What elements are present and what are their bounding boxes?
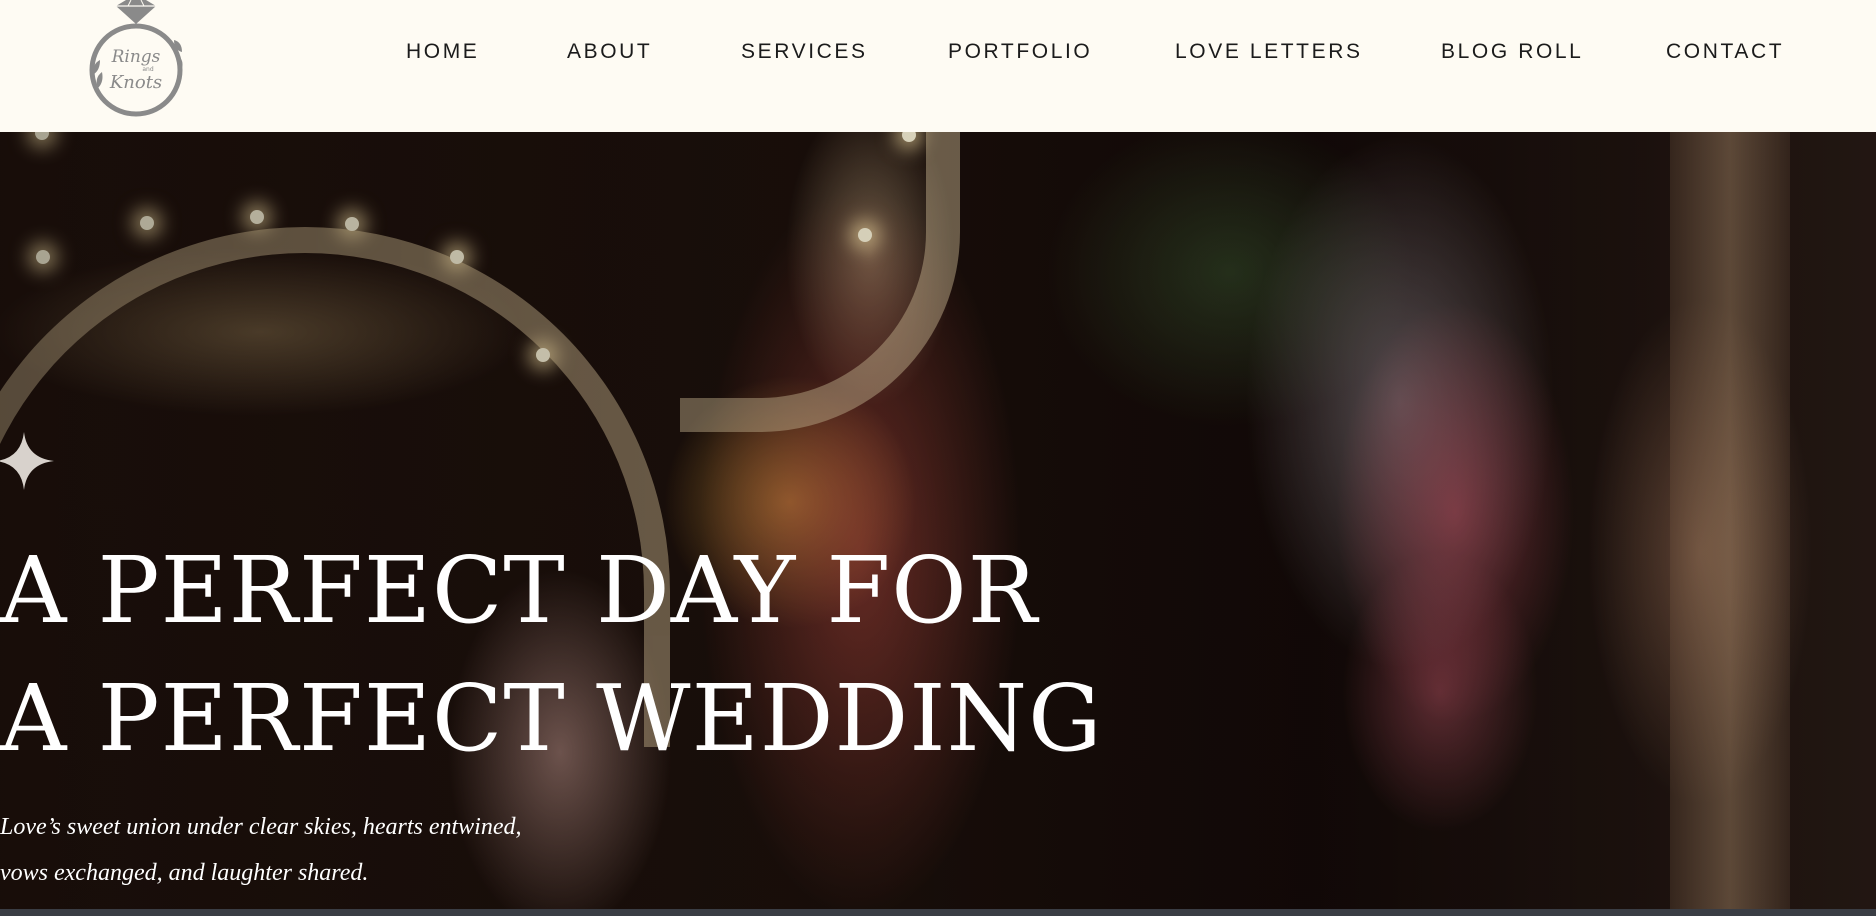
nav-item-services[interactable]: SERVICES xyxy=(741,40,868,64)
nav-item-about[interactable]: ABOUT xyxy=(567,40,652,64)
main-nav: HOME ABOUT SERVICES PORTFOLIO LOVE LETTE… xyxy=(0,40,1876,70)
sparkle-icon xyxy=(0,432,54,490)
hero-title-line-1: A PERFECT DAY FOR xyxy=(0,537,1038,644)
hero-subtitle-line-2: vows exchanged, and laughter shared. xyxy=(0,860,369,886)
nav-item-portfolio[interactable]: PORTFOLIO xyxy=(948,40,1092,64)
hero-overlay xyxy=(0,132,1876,909)
nav-item-contact[interactable]: CONTACT xyxy=(1666,40,1784,64)
nav-item-love-letters[interactable]: LOVE LETTERS xyxy=(1175,40,1363,64)
bottom-edge-bar xyxy=(0,909,1876,916)
nav-item-blog-roll[interactable]: BLOG ROLL xyxy=(1441,40,1583,64)
nav-item-home[interactable]: HOME xyxy=(406,40,479,64)
hero-title-line-2: A PERFECT WEDDING xyxy=(0,665,1103,772)
hero-section: A PERFECT DAY FOR A PERFECT WEDDING Love… xyxy=(0,132,1876,909)
site-header: Rings and Knots HOME ABOUT SERVICES PORT… xyxy=(0,0,1876,132)
hero-title: A PERFECT DAY FOR A PERFECT WEDDING xyxy=(0,527,1103,783)
hero-subtitle-line-1: Love’s sweet union under clear skies, he… xyxy=(0,814,522,840)
logo-text-knots: Knots xyxy=(109,72,162,93)
hero-subtitle: Love’s sweet union under clear skies, he… xyxy=(0,804,521,896)
